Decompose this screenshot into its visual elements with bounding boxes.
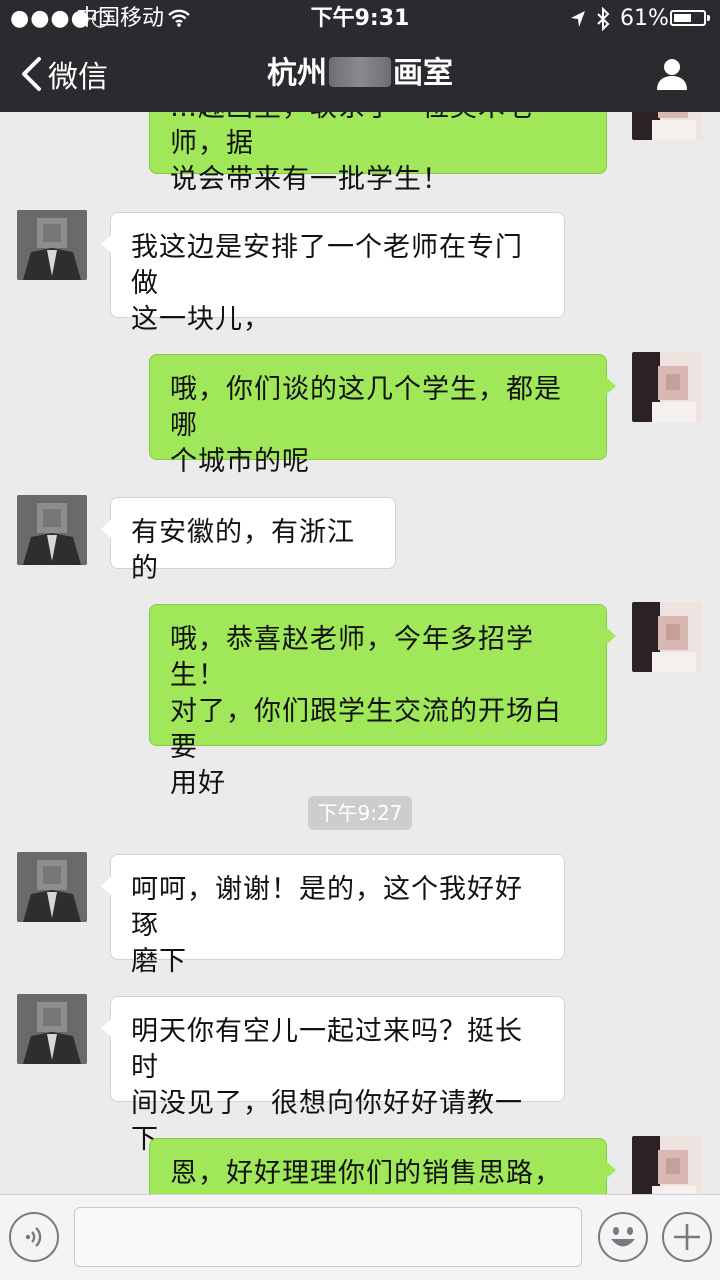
contact-avatar[interactable] [17, 994, 87, 1064]
top-bar: ●●●●○ 中国移动 下午9:31 61% 微信 杭州 画室 [0, 0, 720, 112]
my-avatar[interactable] [632, 112, 702, 140]
message-line: …趣画室，联系了一位美术老师，据 [170, 112, 533, 159]
message-line: 明天你有空儿一起过来吗？挺长时 [131, 1016, 523, 1083]
voice-icon [25, 1227, 42, 1247]
location-arrow-icon [571, 11, 585, 27]
input-bar [0, 1194, 720, 1280]
battery-percent: 61% [620, 6, 669, 31]
message-line: 我这边是安排了一个老师在专门做 [131, 232, 523, 299]
contact-avatar[interactable] [17, 852, 87, 922]
message-line: 这一块儿， [131, 304, 271, 335]
battery-fill [674, 14, 691, 22]
sent-message-bubble[interactable]: 恩，好好理理你们的销售思路，反 [149, 1138, 616, 1194]
received-message-bubble[interactable]: 有安徽的，有浙江的 [101, 497, 396, 584]
message-line: 说会带来有一批学生！ [170, 164, 450, 195]
plus-button[interactable] [662, 1212, 712, 1262]
nav-bar: 微信 杭州 画室 [0, 38, 720, 112]
received-message-bubble[interactable]: 明天你有空儿一起过来吗？挺长时 间没见了，很想向你好好请教一下 [101, 996, 565, 1155]
sent-message-bubble[interactable]: …趣画室，联系了一位美术老师，据说会带来有一批学生！ [149, 112, 616, 195]
emoji-button[interactable] [598, 1212, 648, 1262]
message-line: 呵呵，谢谢！是的，这个我好好琢 [131, 874, 523, 941]
chat-title-suffix: 画室 [393, 56, 453, 91]
redacted-blur [329, 57, 391, 87]
chat-title-prefix: 杭州 [267, 56, 327, 91]
contact-avatar[interactable] [17, 210, 87, 280]
message-line: 对了，你们跟学生交流的开场白要 [170, 696, 562, 763]
battery-icon [670, 10, 710, 26]
message-line: 哦，你们谈的这几个学生，都是哪 [170, 374, 562, 441]
sent-message-bubble[interactable]: 哦，恭喜赵老师，今年多招学生！ 对了，你们跟学生交流的开场白要 用好 [149, 604, 616, 799]
received-message-bubble[interactable]: 呵呵，谢谢！是的，这个我好好琢磨下 [101, 854, 565, 977]
emoji-icon [611, 1227, 635, 1247]
bluetooth-icon [597, 7, 610, 31]
message-line: 个城市的呢 [170, 446, 310, 477]
message-line: 恩，好好理理你们的销售思路，反 [170, 1158, 562, 1189]
received-message-bubble[interactable]: 我这边是安排了一个老师在专门做这一块儿， [101, 212, 565, 335]
message-timestamp: 下午9:27 [308, 796, 412, 830]
my-avatar[interactable] [632, 602, 702, 672]
chat-title: 杭州 画室 [0, 54, 720, 94]
battery-tip [707, 15, 710, 21]
message-line: 磨下 [131, 946, 187, 977]
contact-avatar[interactable] [17, 495, 87, 565]
my-avatar[interactable] [632, 352, 702, 422]
person-icon[interactable] [654, 56, 690, 92]
chat-area[interactable]: …趣画室，联系了一位美术老师，据说会带来有一批学生！ 我这边是安排了一个老师在专门… [0, 112, 720, 1194]
my-avatar[interactable] [632, 1136, 702, 1194]
message-input[interactable] [74, 1207, 582, 1267]
message-line: 有安徽的，有浙江的 [131, 517, 355, 584]
message-line: 哦，恭喜赵老师，今年多招学生！ [170, 624, 534, 691]
sent-message-bubble[interactable]: 哦，你们谈的这几个学生，都是哪个城市的呢 [149, 354, 616, 477]
plus-icon [674, 1224, 700, 1250]
voice-button[interactable] [9, 1212, 59, 1262]
status-time: 下午9:31 [310, 6, 410, 31]
status-bar: ●●●●○ 中国移动 下午9:31 61% [0, 0, 720, 38]
